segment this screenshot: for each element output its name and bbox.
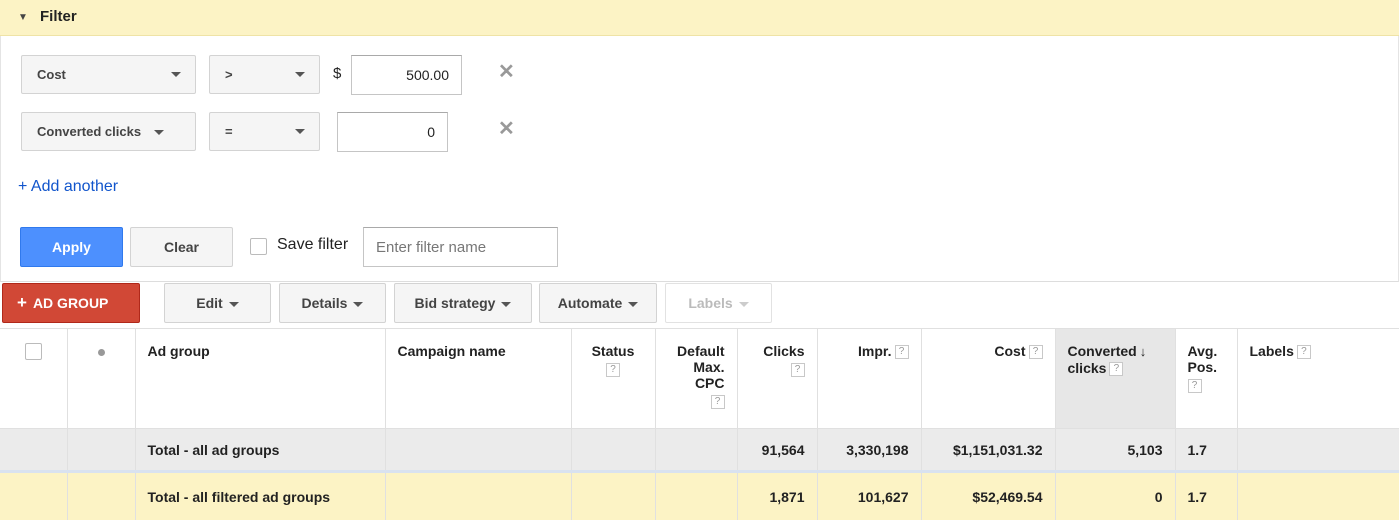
col-header-status[interactable]: Status? bbox=[571, 328, 656, 429]
help-icon[interactable]: ? bbox=[894, 345, 909, 360]
bid-strategy-dropdown-button[interactable]: Bid strategy bbox=[394, 283, 532, 323]
col-header-campaign-name[interactable]: Campaign name bbox=[385, 328, 572, 429]
chevron-down-icon bbox=[501, 301, 512, 307]
filtered-label: Total - all filtered ad groups bbox=[135, 470, 386, 520]
details-label: Details bbox=[301, 295, 348, 311]
dropdown-label: > bbox=[225, 67, 233, 82]
labels-label: Labels bbox=[688, 295, 733, 311]
total-clicks: 91,564 bbox=[737, 428, 818, 472]
col-header-cost[interactable]: Cost? bbox=[921, 328, 1056, 429]
filter-name-input[interactable] bbox=[363, 227, 558, 267]
add-ad-group-label: AD GROUP bbox=[32, 295, 109, 311]
add-ad-group-button[interactable]: + AD GROUP bbox=[2, 283, 140, 323]
select-all-checkbox[interactable] bbox=[24, 343, 42, 360]
filter-header[interactable]: ▼ Filter bbox=[0, 0, 1399, 36]
table-row-total-all: Total - all ad groups 91,564 3,330,198 $… bbox=[0, 428, 1399, 472]
labels-dropdown-button: Labels bbox=[665, 283, 772, 323]
table-row-total-filtered: Total - all filtered ad groups 1,871 101… bbox=[0, 470, 1399, 520]
col-header-impr[interactable]: Impr.? bbox=[817, 328, 922, 429]
help-icon[interactable]: ? bbox=[1187, 379, 1202, 393]
apply-button[interactable]: Apply bbox=[20, 227, 123, 267]
filtered-clicks: 1,871 bbox=[737, 470, 818, 520]
edit-dropdown-button[interactable]: Edit bbox=[164, 283, 271, 323]
chevron-down-icon bbox=[353, 301, 364, 307]
dropdown-label: Cost bbox=[37, 67, 66, 82]
chevron-down-icon bbox=[738, 301, 749, 307]
col-header-clicks[interactable]: Clicks? bbox=[737, 328, 818, 429]
chevron-down-icon bbox=[295, 129, 305, 134]
total-avg-pos: 1.7 bbox=[1175, 428, 1238, 472]
dropdown-label: = bbox=[225, 124, 233, 139]
details-dropdown-button[interactable]: Details bbox=[279, 283, 386, 323]
chevron-down-icon bbox=[628, 301, 639, 307]
filtered-avg-pos: 1.7 bbox=[1175, 470, 1238, 520]
total-label: Total - all ad groups bbox=[135, 428, 386, 472]
bid-strategy-label: Bid strategy bbox=[414, 295, 496, 311]
remove-filter-close-icon[interactable]: ✕ bbox=[498, 59, 515, 84]
help-icon[interactable]: ? bbox=[1296, 345, 1311, 360]
help-icon[interactable]: ? bbox=[1028, 345, 1043, 360]
filtered-impr: 101,627 bbox=[817, 470, 922, 520]
total-converted-clicks: 5,103 bbox=[1055, 428, 1176, 472]
status-dot-icon[interactable] bbox=[97, 349, 105, 356]
table-header-row: Ad group Campaign name Status? Default Ma… bbox=[0, 328, 1399, 429]
chevron-down-icon bbox=[295, 72, 305, 77]
filter-operator-dropdown-eq[interactable]: = bbox=[209, 112, 320, 151]
filtered-converted-clicks: 0 bbox=[1055, 470, 1176, 520]
currency-prefix: $ bbox=[333, 65, 342, 82]
chevron-down-icon bbox=[228, 301, 239, 307]
filter-operator-dropdown-gt[interactable]: > bbox=[209, 55, 320, 94]
clear-button[interactable]: Clear bbox=[130, 227, 233, 267]
total-cost: $1,151,031.32 bbox=[921, 428, 1056, 472]
help-icon[interactable]: ? bbox=[710, 395, 725, 409]
remove-filter-close-icon[interactable]: ✕ bbox=[498, 116, 515, 141]
help-icon[interactable]: ? bbox=[1109, 362, 1124, 377]
filtered-cost: $52,469.54 bbox=[921, 470, 1056, 520]
dropdown-label: Converted clicks bbox=[37, 124, 142, 139]
help-icon[interactable]: ? bbox=[606, 363, 620, 377]
col-header-default-max-cpc[interactable]: Default Max. CPC? bbox=[655, 328, 738, 429]
help-icon[interactable]: ? bbox=[790, 363, 805, 377]
collapse-triangle-icon[interactable]: ▼ bbox=[18, 12, 28, 23]
automate-label: Automate bbox=[557, 295, 623, 311]
ad-groups-table: Ad group Campaign name Status? Default Ma… bbox=[0, 328, 1399, 520]
total-impr: 3,330,198 bbox=[817, 428, 922, 472]
chevron-down-icon bbox=[153, 130, 164, 136]
chevron-down-icon bbox=[171, 72, 181, 77]
save-filter-label: Save filter bbox=[277, 236, 349, 253]
automate-dropdown-button[interactable]: Automate bbox=[539, 283, 657, 323]
add-another-filter-link[interactable]: + Add another bbox=[18, 178, 118, 196]
filter-field-dropdown-cost[interactable]: Cost bbox=[21, 55, 196, 94]
filter-value-input-cost[interactable] bbox=[351, 55, 462, 95]
col-header-converted-clicks[interactable]: Converted ↓ clicks? bbox=[1055, 328, 1176, 429]
save-filter-checkbox[interactable] bbox=[250, 238, 267, 255]
col-header-labels[interactable]: Labels? bbox=[1237, 328, 1399, 429]
edit-label: Edit bbox=[196, 295, 223, 311]
col-header-avg-pos[interactable]: Avg. Pos.? bbox=[1175, 328, 1238, 429]
filter-value-input-converted-clicks[interactable] bbox=[337, 112, 448, 152]
col-header-ad-group[interactable]: Ad group bbox=[135, 328, 386, 429]
sort-descending-icon: ↓ bbox=[1139, 344, 1147, 359]
status-dot-header bbox=[67, 328, 136, 429]
select-all-header bbox=[0, 328, 68, 429]
plus-icon: + bbox=[17, 293, 27, 312]
filter-field-dropdown-converted-clicks[interactable]: Converted clicks bbox=[21, 112, 196, 151]
filter-title: Filter bbox=[40, 8, 77, 25]
